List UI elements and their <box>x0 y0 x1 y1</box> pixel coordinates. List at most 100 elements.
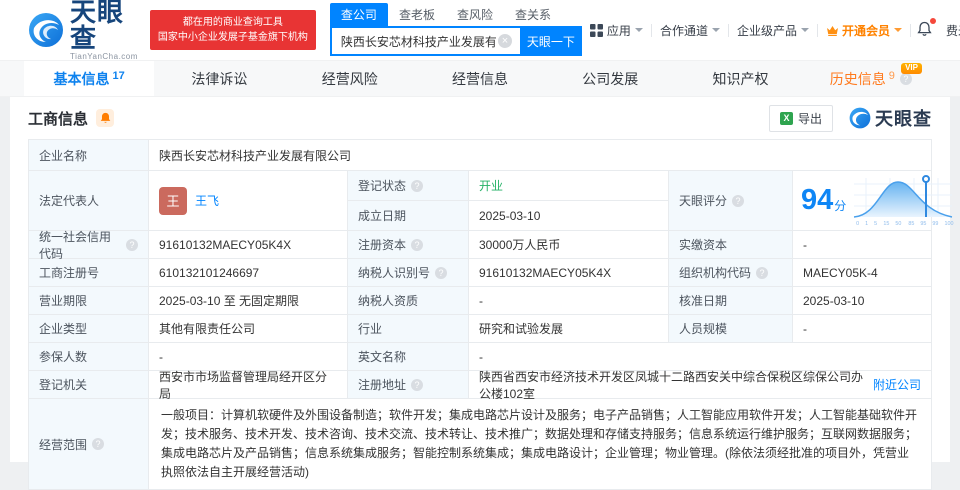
tab-count: 9 <box>888 69 895 82</box>
field-value-reg-address: 陕西省西安市经济技术开发区凤城十二路西安关中综合保税区综保公司办公楼102室 附… <box>469 370 931 401</box>
nav-enterprise-products[interactable]: 企业级产品 <box>729 22 817 39</box>
label-text: 注册地址 <box>358 378 407 392</box>
field-value-english-name: - <box>469 343 931 370</box>
search-tab-relation[interactable]: 查关系 <box>504 3 562 26</box>
label-text: 工商注册号 <box>39 266 100 280</box>
field-value-industry: 研究和试验发展 <box>469 315 668 342</box>
field-label-taxpayer-quality: 纳税人资质 <box>348 287 468 314</box>
top-header: 天眼查 TianYanCha.com 都在用的商业查询工具 国家中小企业发展子基… <box>0 0 960 61</box>
label-text: 企业类型 <box>39 322 88 336</box>
legal-rep-link[interactable]: 王飞 <box>195 192 219 209</box>
tab-operation-info[interactable]: 经营信息 <box>415 61 545 96</box>
field-value-company-name: 陕西长安芯材科技产业发展有限公司 <box>149 140 931 170</box>
field-label-staff-size: 人员规模 <box>669 315 792 342</box>
nav-open-vip[interactable]: 开通会员 <box>818 22 910 39</box>
search-button[interactable]: 天眼一下 <box>519 26 582 56</box>
help-icon[interactable]: ? <box>126 238 138 251</box>
clear-search-icon[interactable]: × <box>497 34 512 48</box>
help-icon[interactable]: ? <box>732 194 745 207</box>
score-bell-curve-chart: 015 15 50 85 95 99 100 <box>852 174 956 227</box>
field-label-tianyan-score: 天眼评分? <box>669 171 792 230</box>
notification-dot <box>929 17 936 24</box>
field-label-reg-capital: 注册资本? <box>348 231 468 258</box>
top-nav: 应用 合作通道 企业级产品 开通会员 费 <box>582 17 960 40</box>
watermark-name: 天眼查 <box>875 109 932 129</box>
nearby-companies-link[interactable]: 附近公司 <box>873 376 921 393</box>
tab-basic-info[interactable]: 基本信息 17 <box>24 61 155 96</box>
search-tab-risk[interactable]: 查风险 <box>446 3 504 26</box>
field-label-industry: 行业 <box>348 315 468 342</box>
field-label-paid-capital: 实缴资本 <box>669 231 792 258</box>
field-value-biz-term: 2025-03-10 至 无固定期限 <box>149 287 347 314</box>
tab-company-development[interactable]: 公司发展 <box>545 61 675 96</box>
help-icon[interactable]: ? <box>435 266 448 279</box>
nav-apps-label: 应用 <box>606 23 631 38</box>
tianyan-score[interactable]: 94 分 015 15 50 85 95 99 100 <box>793 171 954 230</box>
field-value-taxpayer-quality: - <box>469 287 668 314</box>
subscribe-alert-button[interactable] <box>96 109 115 127</box>
field-label-english-name: 英文名称 <box>348 343 468 370</box>
crown-icon <box>826 25 838 36</box>
nav-user-menu[interactable]: 费米 <box>938 22 960 39</box>
nav-enterprise-label: 企业级产品 <box>736 23 797 38</box>
tab-label: 知识产权 <box>712 70 769 87</box>
tianyancha-logo[interactable]: 天眼查 TianYanCha.com <box>28 0 138 61</box>
label-text: 行业 <box>358 322 383 336</box>
section-title: 工商信息 <box>28 110 89 128</box>
help-icon[interactable]: ? <box>756 266 769 279</box>
label-text: 企业名称 <box>39 148 88 163</box>
score-unit: 分 <box>834 199 847 213</box>
field-value-org-code: MAECY05K-4 <box>793 259 931 286</box>
legal-rep-avatar[interactable]: 王 <box>159 186 187 215</box>
field-label-insured-count: 参保人数 <box>29 343 148 370</box>
notifications-bell[interactable] <box>911 17 938 40</box>
tab-count: 17 <box>112 69 125 82</box>
label-text: 营业期限 <box>39 294 88 308</box>
field-label-reg-number: 工商注册号 <box>29 259 148 286</box>
apps-grid-icon <box>589 23 603 37</box>
tab-operation-risk[interactable]: 经营风险 <box>285 61 415 96</box>
field-label-org-code: 组织机构代码? <box>669 259 792 286</box>
label-text: 核准日期 <box>679 294 728 308</box>
tab-label: 经营信息 <box>451 70 508 87</box>
tab-legal-proceedings[interactable]: 法律诉讼 <box>154 61 284 96</box>
field-label-reg-status: 登记状态? <box>348 171 468 200</box>
field-label-taxpayer-id: 纳税人识别号? <box>348 259 468 286</box>
field-value-insured-count: - <box>149 343 347 370</box>
label-text: 经营范围 <box>39 437 88 452</box>
tab-label: 公司发展 <box>582 70 639 87</box>
search-tab-boss[interactable]: 查老板 <box>388 3 446 26</box>
field-value-reg-authority: 西安市市场监督管理局经开区分局 <box>149 370 347 401</box>
export-button[interactable]: X 导出 <box>768 104 833 132</box>
tab-label: 法律诉讼 <box>191 70 248 87</box>
help-icon[interactable]: ? <box>411 179 424 192</box>
chevron-down-icon <box>634 28 643 36</box>
company-tabbar: 基本信息 17 法律诉讼 经营风险 经营信息 公司发展 知识产权 VIP 历史信… <box>0 60 960 97</box>
field-value-paid-capital: - <box>793 231 931 258</box>
field-value-reg-capital: 30000万人民币 <box>469 231 668 258</box>
label-text: 人员规模 <box>679 322 728 336</box>
tab-intellectual-property[interactable]: 知识产权 <box>675 61 805 96</box>
vip-badge: VIP <box>901 63 922 74</box>
help-icon[interactable]: ? <box>899 72 912 85</box>
help-icon[interactable]: ? <box>92 438 105 450</box>
field-value-company-type: 其他有限责任公司 <box>149 315 347 342</box>
field-label-establish-date: 成立日期 <box>348 201 468 230</box>
address-text: 陕西省西安市经济技术开发区凤城十二路西安关中综合保税区综保公司办公楼102室 <box>479 369 864 401</box>
field-label-credit-code: 统一社会信用代码? <box>29 230 148 261</box>
nav-apps[interactable]: 应用 <box>582 22 651 39</box>
main-content: 工商信息 X 导出 天眼查 企业名称 陕西长安芯材科技产业发展有限公司 法定代表… <box>10 97 954 490</box>
search-tab-company[interactable]: 查公司 <box>329 3 388 26</box>
tab-history-info[interactable]: VIP 历史信息 9 ? <box>806 61 936 96</box>
help-icon[interactable]: ? <box>411 238 424 251</box>
field-value-taxpayer-id: 91610132MAECY05K4X <box>469 259 668 286</box>
field-value-legal-rep: 王 王飞 <box>149 171 347 230</box>
search-input[interactable] <box>329 26 520 56</box>
help-icon[interactable]: ? <box>411 378 424 391</box>
field-label-biz-scope: 经营范围? <box>29 399 148 489</box>
field-label-reg-address: 注册地址? <box>348 371 468 398</box>
field-label-approve-date: 核准日期 <box>669 287 792 314</box>
nav-partner-channel[interactable]: 合作通道 <box>652 22 728 39</box>
score-axis-labels: 015 15 50 85 95 99 100 <box>856 221 954 227</box>
username: 费米 <box>945 23 960 38</box>
